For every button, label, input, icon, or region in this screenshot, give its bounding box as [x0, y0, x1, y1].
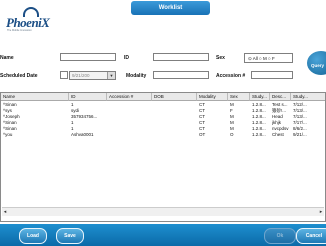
worklist-table[interactable]: Name ID Accession # DOB Modality Sex Stu… — [0, 92, 326, 222]
cell-name: ^you — [3, 132, 13, 137]
modality-label: Modality — [126, 73, 147, 79]
scheduled-date-value: 9/21/200 — [72, 73, 90, 78]
sex-radio-group[interactable]: ⊙ All ○ M ○ F — [244, 53, 293, 63]
ok-button[interactable]: Ok — [264, 228, 296, 244]
id-label: ID — [124, 55, 129, 61]
scheduled-date-input[interactable]: 9/21/200 ▼ — [69, 71, 116, 80]
name-field[interactable] — [60, 53, 116, 61]
name-label: Name — [0, 55, 14, 61]
cell-study-date: 9/21/... — [293, 132, 307, 137]
query-button[interactable]: Query — [307, 51, 326, 75]
sex-label: Sex — [216, 55, 225, 61]
column-header-dob[interactable]: DOB — [152, 93, 197, 101]
id-field[interactable] — [153, 53, 209, 61]
column-header-accession[interactable]: Accession # — [107, 93, 152, 101]
column-header-description[interactable]: Desc... — [270, 93, 291, 101]
scroll-left-icon[interactable]: ◂ — [2, 209, 8, 215]
window-title: Worklist — [131, 1, 210, 15]
column-header-modality[interactable]: Modality — [197, 93, 228, 101]
save-button[interactable]: Save — [56, 228, 84, 244]
accession-field[interactable] — [251, 71, 293, 79]
modality-field[interactable] — [153, 71, 209, 79]
query-label: Query — [311, 63, 325, 68]
cancel-button[interactable]: Cancel — [296, 228, 326, 244]
cell-study-uid: 1.2.8... — [252, 132, 266, 137]
phoenix-logo: PhoeniX The Mobile Innovation — [6, 5, 54, 35]
accession-label: Accession # — [216, 73, 246, 79]
cell-sex: O — [230, 132, 234, 137]
cell-id: Ashva0001 — [71, 132, 94, 137]
table-row[interactable]: ^you Ashva0001 OT O 1.2.8... Chest 9/21/... — [1, 132, 325, 138]
scheduled-date-checkbox[interactable] — [60, 71, 68, 79]
column-header-study-date[interactable]: Study... — [291, 93, 325, 101]
chevron-down-icon[interactable]: ▼ — [107, 72, 115, 79]
cell-modality: OT — [199, 132, 206, 137]
footer-bar: Load Save Ok Cancel — [0, 224, 326, 246]
scroll-right-icon[interactable]: ▸ — [318, 209, 324, 215]
column-header-id[interactable]: ID — [69, 93, 107, 101]
load-button[interactable]: Load — [19, 228, 47, 244]
column-header-sex[interactable]: Sex — [228, 93, 250, 101]
cell-description: Chest — [272, 132, 284, 137]
logo-subtitle: The Mobile Innovation — [7, 29, 32, 32]
column-header-name[interactable]: Name — [1, 93, 69, 101]
scheduled-date-label: Scheduled Date — [0, 73, 38, 79]
column-header-study-uid[interactable]: Study... — [250, 93, 270, 101]
scheduled-date-picker[interactable]: 9/21/200 ▼ — [60, 71, 116, 80]
horizontal-scrollbar[interactable]: ◂ ▸ — [2, 207, 324, 216]
